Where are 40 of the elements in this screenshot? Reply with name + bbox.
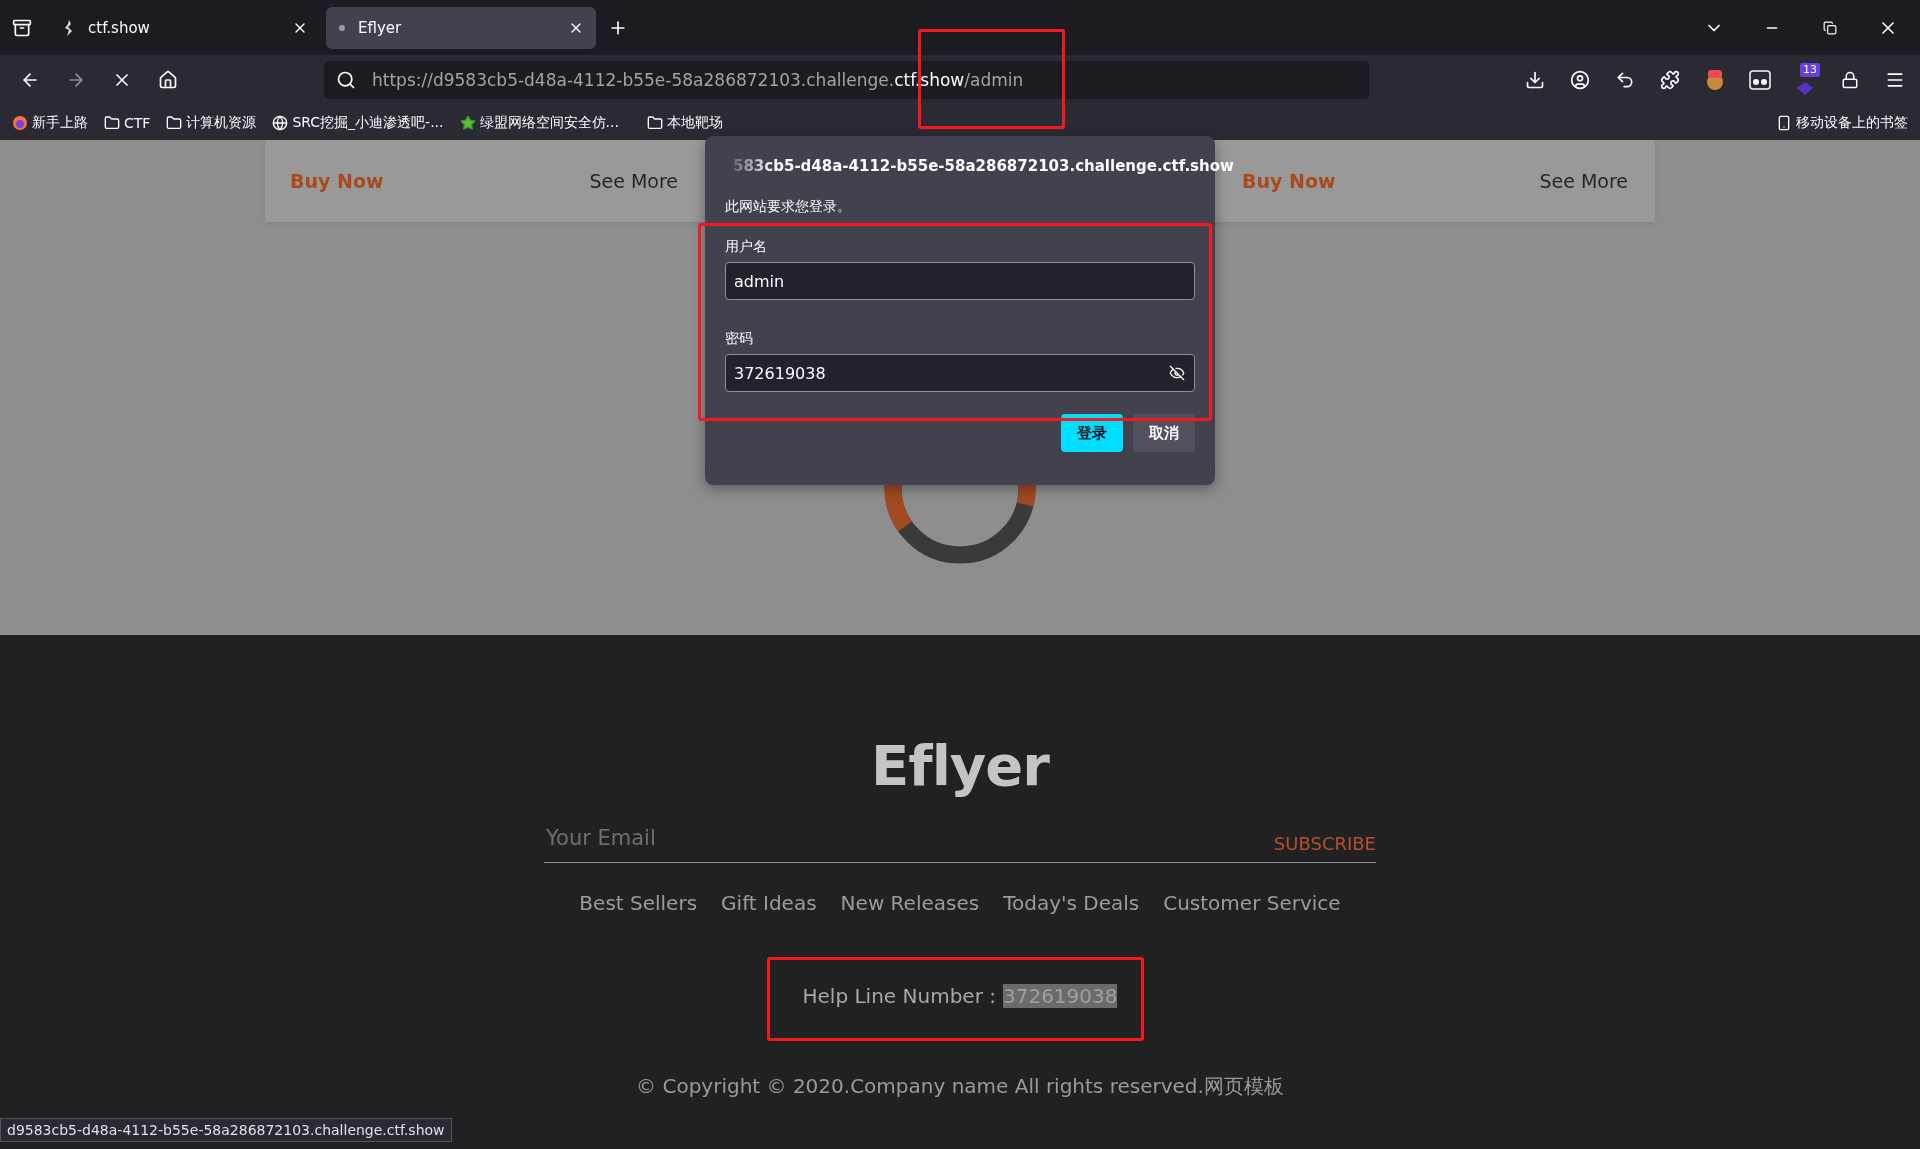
password-field[interactable]: 372619038 (725, 354, 1195, 392)
mobile-bookmarks[interactable]: 移动设备上的书签 (1776, 113, 1908, 132)
site-logo: Eflyer (871, 733, 1049, 798)
browser-logo-icon (12, 114, 28, 131)
bookmark-item[interactable]: SRC挖掘_小迪渗透吧-... (272, 113, 444, 132)
folder-icon (104, 114, 120, 131)
browser-tab[interactable]: ctf.show (50, 6, 320, 49)
footer-link[interactable]: Today's Deals (1003, 891, 1140, 915)
footer-link[interactable]: Customer Service (1163, 891, 1341, 915)
eye-off-icon[interactable] (1169, 365, 1185, 381)
footer-link[interactable]: Gift Ideas (721, 891, 817, 915)
dialog-host: 583cb5-d48a-4112-b55e-58a286872103.challenge.ctf.show (733, 157, 1234, 175)
status-url: d9583cb5-d48a-4112-b55e-58a286872103.challenge.ctf.show (0, 1118, 452, 1142)
dialog-message: 此网站要求您登录。 (725, 198, 852, 216)
folder-icon (646, 114, 663, 131)
field-label: 用户名 (725, 238, 768, 256)
star-icon (459, 114, 476, 131)
folder-icon (166, 114, 183, 131)
globe-icon (272, 114, 289, 131)
bookmark-item[interactable]: 绿盟网络空间安全仿... (459, 113, 619, 132)
search-icon (336, 70, 356, 90)
browser-tab[interactable]: Eflyer (326, 6, 596, 49)
see-more-link[interactable]: See More (589, 170, 678, 192)
see-more-link[interactable]: See More (1539, 170, 1628, 192)
tab-title: ctf.show (88, 18, 151, 37)
email-field[interactable]: Your Email (544, 825, 1048, 851)
bookmark-item[interactable]: 计算机资源 (166, 113, 257, 132)
bookmark-item[interactable]: CTF (104, 114, 151, 131)
phone-icon (1776, 114, 1792, 131)
username-field[interactable]: admin (725, 262, 1195, 300)
copyright-text: © Copyright © 2020.Company name All rights reserved.网页模板 (636, 1073, 1284, 1100)
extension-badge: 13 (1800, 63, 1820, 77)
bookmark-item[interactable]: 本地靶场 (646, 113, 723, 132)
help-line-label: Help Line Number : (802, 984, 996, 1008)
footer-link[interactable]: New Releases (840, 891, 980, 915)
tab-title: Eflyer (358, 18, 403, 37)
field-label: 密码 (725, 330, 754, 348)
loading-dot-icon (338, 23, 346, 32)
bookmark-item[interactable]: 新手上路 (12, 113, 88, 132)
footer-link[interactable]: Best Sellers (579, 891, 698, 915)
